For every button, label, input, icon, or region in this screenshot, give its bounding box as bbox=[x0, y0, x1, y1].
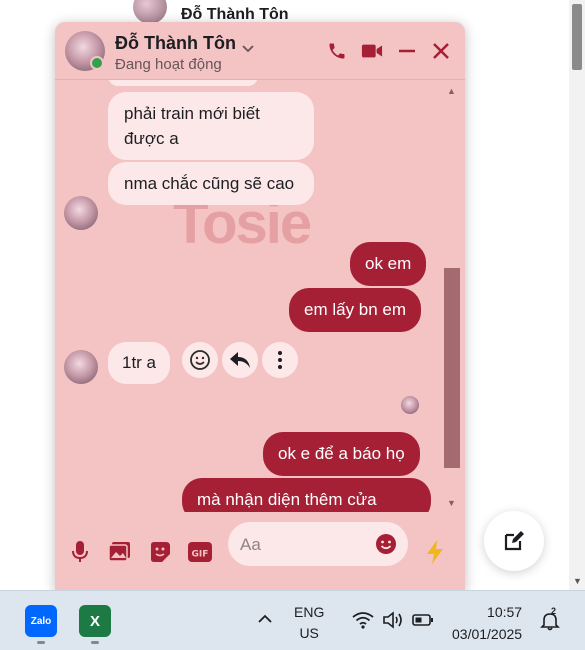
wifi-button[interactable] bbox=[352, 611, 374, 632]
minimize-button[interactable] bbox=[395, 39, 419, 63]
message-bubble-outgoing[interactable]: mà nhận diện thêm cửa bbox=[182, 478, 431, 512]
running-indicator bbox=[37, 641, 45, 644]
taskbar-app-excel[interactable]: X bbox=[79, 605, 111, 637]
running-indicator bbox=[91, 641, 99, 644]
page-scrollbar-thumb[interactable] bbox=[572, 4, 582, 70]
notification-button[interactable]: 2 bbox=[540, 606, 560, 634]
image-gallery-icon bbox=[108, 542, 130, 562]
scroll-down-arrow-icon[interactable]: ▼ bbox=[447, 498, 456, 508]
video-call-button[interactable] bbox=[360, 39, 384, 63]
quick-action-button[interactable] bbox=[421, 538, 449, 566]
chat-header: Đỗ Thành Tôn Đang hoạt động bbox=[55, 22, 465, 80]
taskbar: Zalo X ENG US 10:57 03/01/2025 2 bbox=[0, 590, 585, 650]
more-options-button[interactable] bbox=[262, 342, 298, 378]
scroll-up-arrow-icon[interactable]: ▲ bbox=[447, 86, 456, 96]
message-input-placeholder: Aa bbox=[240, 535, 261, 554]
svg-text:GIF: GIF bbox=[192, 550, 209, 560]
gif-button[interactable]: GIF bbox=[186, 538, 214, 566]
clock-date: 03/01/2025 bbox=[452, 626, 523, 642]
chat-scrollbar-thumb[interactable] bbox=[444, 268, 460, 468]
message-bubble-incoming[interactable]: phải train mới biết được a bbox=[108, 92, 314, 160]
clock[interactable]: 10:57 03/01/2025 bbox=[452, 601, 522, 645]
gif-icon: GIF bbox=[188, 542, 212, 562]
battery-button[interactable] bbox=[412, 613, 434, 630]
message-input[interactable]: Aa bbox=[228, 522, 408, 566]
seen-indicator-avatar bbox=[401, 396, 419, 414]
microphone-button[interactable] bbox=[66, 538, 94, 566]
message-list[interactable]: Tosie phải train mới biết được a nma chắ… bbox=[55, 80, 465, 512]
language-code: ENG bbox=[294, 604, 325, 620]
smiley-icon bbox=[376, 534, 396, 554]
contact-message-avatar[interactable] bbox=[64, 350, 98, 384]
message-bubble-incoming[interactable]: 1tr a bbox=[108, 342, 171, 384]
page-scrollbar[interactable]: ▼ bbox=[569, 0, 585, 590]
battery-icon bbox=[412, 614, 433, 626]
contact-status: Đang hoạt động bbox=[115, 56, 222, 73]
voice-call-button[interactable] bbox=[325, 39, 349, 63]
clock-time: 10:57 bbox=[487, 604, 523, 620]
close-chat-button[interactable] bbox=[429, 39, 453, 63]
volume-button[interactable] bbox=[382, 611, 404, 632]
photo-button[interactable] bbox=[106, 538, 134, 566]
message-bubble-outgoing[interactable]: ok e để a báo họ bbox=[263, 432, 420, 476]
chevron-up-icon bbox=[258, 614, 272, 623]
taskbar-app-zalo[interactable]: Zalo bbox=[25, 605, 57, 637]
chat-window: Đỗ Thành Tôn Đang hoạt động Tosie phải t… bbox=[55, 22, 465, 592]
contact-name[interactable]: Đỗ Thành Tôn bbox=[115, 33, 236, 54]
phone-icon bbox=[329, 43, 345, 59]
language-region: US bbox=[299, 625, 319, 641]
message-bubble-outgoing[interactable]: ok em bbox=[350, 242, 427, 286]
compose-icon bbox=[504, 531, 524, 551]
microphone-icon bbox=[72, 541, 88, 562]
emoji-button[interactable] bbox=[374, 532, 398, 561]
chat-scrollbar[interactable]: ▲ ▼ bbox=[443, 80, 461, 512]
composer: GIF Aa bbox=[55, 514, 465, 592]
lightning-icon bbox=[427, 540, 443, 564]
excel-icon: X bbox=[89, 612, 100, 630]
zalo-logo: Zalo bbox=[30, 615, 52, 627]
message-bubble-incoming[interactable]: nma chắc cũng sẽ cao bbox=[108, 162, 314, 205]
speaker-icon bbox=[383, 611, 402, 629]
online-status-dot bbox=[90, 56, 104, 70]
contact-message-avatar[interactable] bbox=[64, 196, 98, 230]
reply-icon bbox=[230, 352, 250, 368]
sticker-button[interactable] bbox=[146, 538, 174, 566]
message-bubble-partial bbox=[108, 80, 258, 86]
show-hidden-icons-button[interactable] bbox=[258, 611, 272, 627]
background-avatar bbox=[133, 0, 167, 24]
notification-count: 2 bbox=[551, 606, 557, 616]
notification-bell-icon bbox=[540, 613, 560, 631]
language-indicator[interactable]: ENG US bbox=[294, 602, 324, 644]
wifi-icon bbox=[352, 612, 374, 629]
sticker-icon bbox=[151, 542, 170, 562]
video-camera-icon bbox=[361, 44, 383, 58]
react-button[interactable] bbox=[182, 342, 218, 378]
new-message-button[interactable] bbox=[484, 511, 544, 571]
close-icon bbox=[433, 43, 449, 59]
smiley-icon bbox=[190, 350, 210, 370]
reply-button[interactable] bbox=[222, 342, 258, 378]
more-vertical-icon bbox=[278, 351, 282, 369]
message-bubble-outgoing[interactable]: em lấy bn em bbox=[289, 288, 422, 332]
scroll-down-arrow-icon[interactable]: ▼ bbox=[573, 576, 582, 586]
minimize-icon bbox=[399, 49, 415, 53]
chevron-down-icon[interactable] bbox=[241, 42, 255, 56]
